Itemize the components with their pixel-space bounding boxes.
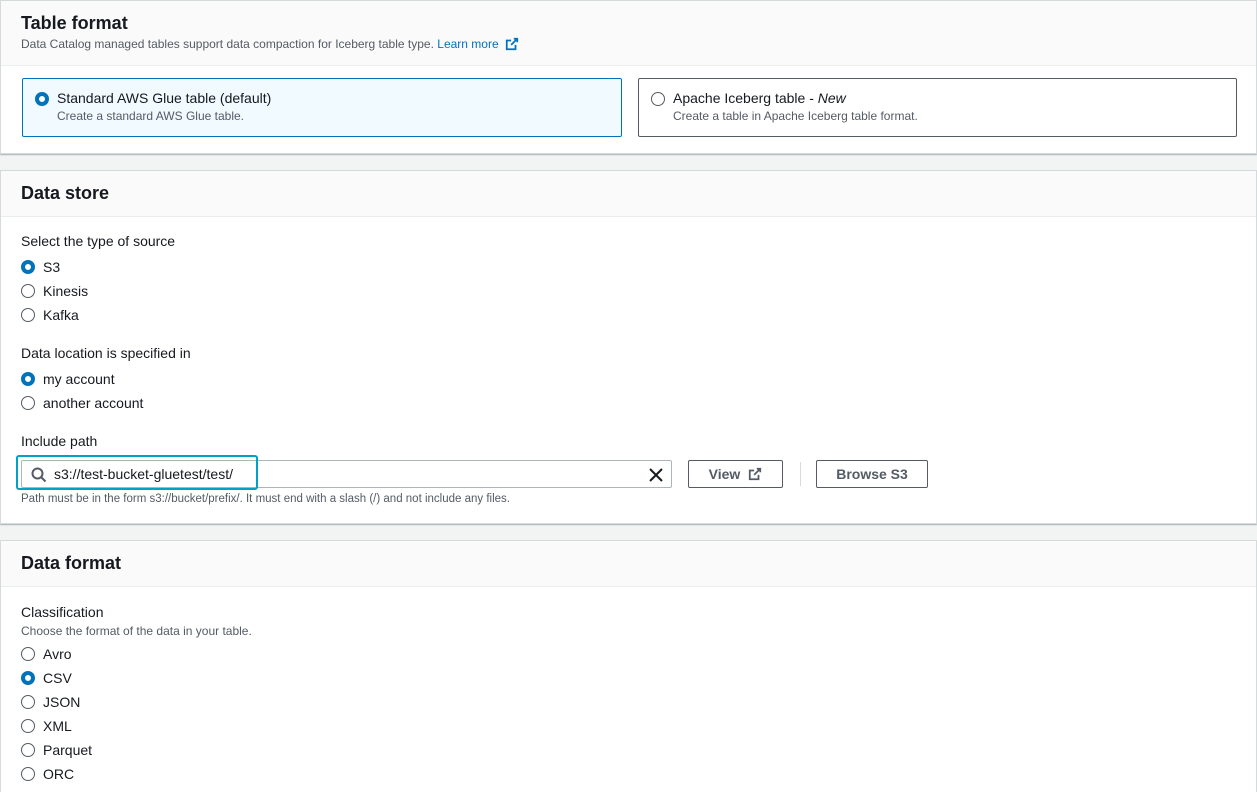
data-store-title: Data store <box>21 183 110 203</box>
json-label: JSON <box>43 694 81 710</box>
button-divider <box>800 462 801 486</box>
tile-standard-desc: Create a standard AWS Glue table. <box>57 109 244 123</box>
format-option-avro[interactable]: Avro <box>21 644 72 664</box>
tile-standard-glue-table[interactable]: Standard AWS Glue table (default) Create… <box>22 78 622 137</box>
data-location-label: Data location is specified in <box>21 345 191 361</box>
table-format-description: Data Catalog managed tables support data… <box>21 37 1256 51</box>
view-button-label: View <box>708 466 741 482</box>
source-type-label: Select the type of source <box>21 233 176 249</box>
tile-iceberg-desc: Create a table in Apache Iceberg table f… <box>673 109 918 123</box>
table-format-description-text: Data Catalog managed tables support data… <box>21 37 434 51</box>
tile-iceberg-title-main: Apache Iceberg table - <box>673 90 818 106</box>
radio-standard-glue-table[interactable] <box>35 92 49 106</box>
xml-label: XML <box>43 718 72 734</box>
browse-s3-button[interactable]: Browse S3 <box>816 460 928 488</box>
avro-label: Avro <box>43 646 72 662</box>
source-option-kinesis[interactable]: Kinesis <box>21 281 88 301</box>
path-hint: Path must be in the form s3://bucket/pre… <box>21 493 510 505</box>
radio-another-account[interactable] <box>21 396 35 410</box>
format-option-orc[interactable]: ORC <box>21 764 74 784</box>
data-format-title: Data format <box>21 553 122 573</box>
tile-standard-title: Standard AWS Glue table (default) <box>57 90 272 106</box>
table-format-panel: Table format Data Catalog managed tables… <box>0 0 1257 154</box>
radio-json[interactable] <box>21 695 35 709</box>
radio-s3[interactable] <box>21 260 35 274</box>
tile-apache-iceberg-table[interactable]: Apache Iceberg table - New Create a tabl… <box>638 78 1237 137</box>
external-link-icon <box>749 467 762 481</box>
table-format-title: Table format <box>21 13 128 33</box>
data-store-header: Data store <box>1 171 1256 217</box>
source-kinesis-label: Kinesis <box>43 283 89 299</box>
classification-desc: Choose the format of the data in your ta… <box>21 624 252 638</box>
table-format-header: Table format Data Catalog managed tables… <box>1 1 1256 66</box>
source-kafka-label: Kafka <box>43 307 79 323</box>
external-link-icon <box>505 37 519 51</box>
source-option-kafka[interactable]: Kafka <box>21 305 79 325</box>
radio-kinesis[interactable] <box>21 284 35 298</box>
data-format-panel: Data format <box>0 540 1257 792</box>
learn-more-label: Learn more <box>437 37 499 51</box>
orc-label: ORC <box>43 766 75 782</box>
location-option-another-account[interactable]: another account <box>21 393 143 413</box>
radio-orc[interactable] <box>21 767 35 781</box>
radio-avro[interactable] <box>21 647 35 661</box>
radio-parquet[interactable] <box>21 743 35 757</box>
source-option-s3[interactable]: S3 <box>21 257 60 277</box>
another-account-label: another account <box>43 395 144 411</box>
radio-apache-iceberg-table[interactable] <box>651 92 665 106</box>
format-option-parquet[interactable]: Parquet <box>21 740 92 760</box>
parquet-label: Parquet <box>43 742 93 758</box>
learn-more-link[interactable]: Learn more <box>437 37 519 51</box>
format-option-xml[interactable]: XML <box>21 716 72 736</box>
radio-kafka[interactable] <box>21 308 35 322</box>
clear-icon[interactable] <box>648 467 664 483</box>
browse-s3-label: Browse S3 <box>836 466 908 482</box>
include-path-label: Include path <box>21 433 98 449</box>
format-option-csv[interactable]: CSV <box>21 668 72 688</box>
data-format-header: Data format <box>1 541 1256 587</box>
classification-label: Classification <box>21 604 104 620</box>
location-option-my-account[interactable]: my account <box>21 369 115 389</box>
format-option-json[interactable]: JSON <box>21 692 80 712</box>
source-s3-label: S3 <box>43 259 61 275</box>
view-button[interactable]: View <box>688 460 783 488</box>
tile-iceberg-title: Apache Iceberg table - New <box>673 90 1236 106</box>
csv-label: CSV <box>43 670 72 686</box>
radio-my-account[interactable] <box>21 372 35 386</box>
include-path-highlight <box>16 455 258 490</box>
new-tag: New <box>817 90 846 106</box>
radio-xml[interactable] <box>21 719 35 733</box>
my-account-label: my account <box>43 371 115 387</box>
radio-csv[interactable] <box>21 671 35 685</box>
